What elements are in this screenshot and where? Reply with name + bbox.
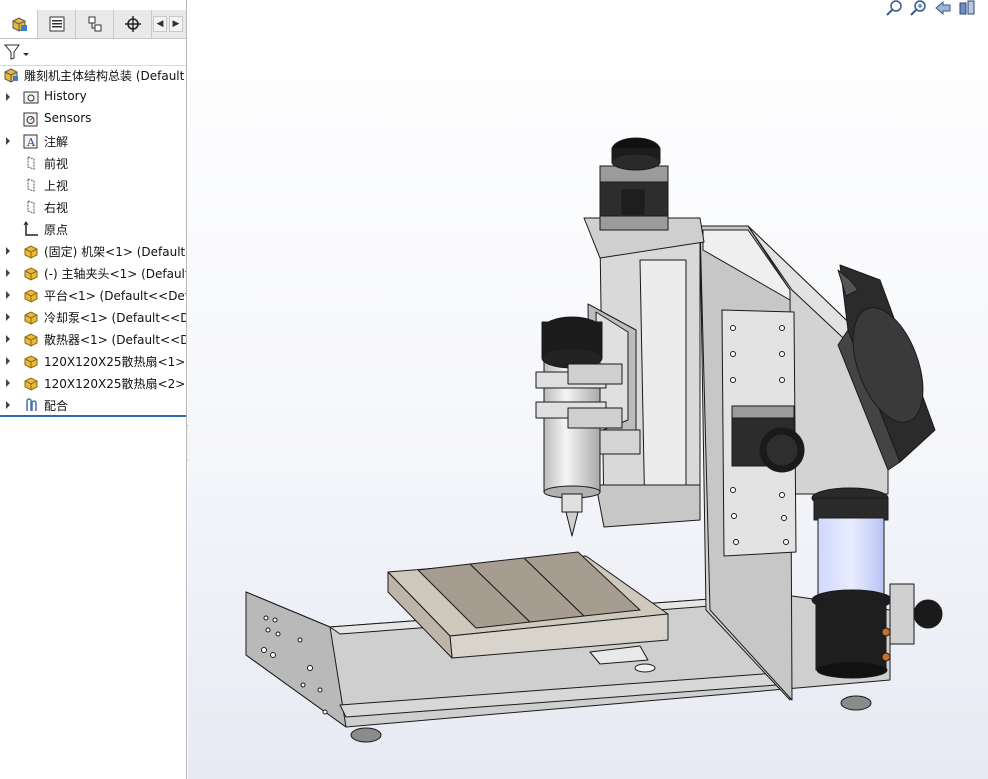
tree-item-label: 原点	[44, 223, 69, 237]
plane-icon	[22, 198, 40, 216]
tree-item-label: (固定) 机架<1> (Default<	[44, 245, 186, 259]
feature-manager-tabs: ◀ ▶	[0, 10, 186, 39]
tree-item-label: 冷却泵<1> (Default<<De	[44, 311, 186, 325]
tree-item-label: Sensors	[44, 111, 92, 125]
tabs-scroll-left[interactable]: ◀	[153, 16, 167, 32]
tree-item[interactable]: 平台<1> (Default<<Defa	[0, 284, 186, 306]
tree-item[interactable]: 120X120X25散热扇<2> (	[0, 372, 186, 394]
tree-item[interactable]: 原点	[0, 218, 186, 240]
tree-item[interactable]: A 注解	[0, 130, 186, 152]
tree-item[interactable]: (固定) 机架<1> (Default<	[0, 240, 186, 262]
plane-icon	[22, 176, 40, 194]
tree-item-label: 上视	[44, 179, 69, 193]
expand-arrow-icon[interactable]	[4, 135, 12, 147]
tree-item[interactable]: 120X120X25散热扇<1> (	[0, 350, 186, 372]
part-icon	[22, 242, 40, 260]
tree-item-label: 散热器<1> (Default<<De	[44, 333, 186, 347]
history-folder-icon	[22, 88, 40, 106]
part-icon	[22, 374, 40, 392]
tree-item[interactable]: 冷却泵<1> (Default<<De	[0, 306, 186, 328]
part-icon	[22, 330, 40, 348]
tree-item[interactable]: 雕刻机主体结构总装 (Default	[0, 64, 186, 86]
tab-configuration-manager[interactable]	[76, 10, 114, 38]
tree-item[interactable]: 右视	[0, 196, 186, 218]
tree-item[interactable]: History	[0, 86, 186, 108]
annotations-icon: A	[22, 132, 40, 150]
tabs-scroll-right[interactable]: ▶	[169, 16, 183, 32]
tree-item-label: 配合	[44, 399, 69, 413]
tree-item[interactable]: 上视	[0, 174, 186, 196]
configuration-manager-icon	[88, 16, 101, 32]
part-icon	[22, 264, 40, 282]
tree-item-label: 120X120X25散热扇<1> (	[44, 355, 186, 369]
tree-item-label: 雕刻机主体结构总装 (Default	[24, 69, 185, 83]
tree-item-label: 右视	[44, 201, 69, 215]
svg-text:A: A	[26, 136, 36, 149]
expand-arrow-icon[interactable]	[4, 333, 12, 345]
coolant-pump[interactable]	[811, 487, 943, 679]
expand-arrow-icon[interactable]	[4, 377, 12, 389]
sensor-icon	[22, 110, 40, 128]
model-view[interactable]	[188, 0, 988, 779]
plane-icon	[22, 154, 40, 172]
expand-arrow-icon[interactable]	[4, 355, 12, 367]
part-icon	[22, 352, 40, 370]
z-stepper-motor[interactable]	[599, 137, 669, 231]
rollback-bar[interactable]	[0, 415, 186, 417]
expand-arrow-icon[interactable]	[4, 289, 12, 301]
tree-item-label: 平台<1> (Default<<Defa	[44, 289, 186, 303]
origin-icon	[22, 220, 40, 238]
feature-tree-icon	[12, 17, 27, 32]
tree-item[interactable]: 散热器<1> (Default<<De	[0, 328, 186, 350]
tree-item[interactable]: (-) 主轴夹头<1> (Default	[0, 262, 186, 284]
filter-icon	[4, 44, 29, 60]
expand-arrow-icon[interactable]	[4, 399, 12, 411]
expand-arrow-icon[interactable]	[4, 245, 12, 257]
part-icon	[22, 286, 40, 304]
mates-icon	[22, 396, 40, 414]
tree-item[interactable]: 前视	[0, 152, 186, 174]
tree-item-label: (-) 主轴夹头<1> (Default	[44, 267, 186, 281]
tree-item-label: History	[44, 89, 87, 103]
expand-arrow-icon[interactable]	[4, 267, 12, 279]
chevron-left-icon: ◀	[156, 19, 164, 29]
tree-item[interactable]: Sensors	[0, 108, 186, 130]
chevron-right-icon: ▶	[172, 19, 180, 29]
tab-property-manager[interactable]	[38, 10, 76, 38]
tab-feature-tree[interactable]	[0, 10, 38, 38]
graphics-area[interactable]	[188, 0, 988, 779]
dimxpert-icon	[124, 16, 141, 32]
x-stepper-motor[interactable]	[731, 405, 805, 473]
feature-manager-panel: ◀ ▶ 雕刻机主体结构总装 (Default History Sensors A 注解前…	[0, 0, 187, 779]
feature-tree: 雕刻机主体结构总装 (Default History Sensors A 注解前视上视右…	[0, 64, 186, 416]
tree-item-label: 注解	[44, 135, 69, 149]
tab-dimxpert[interactable]	[114, 10, 152, 38]
part-icon	[22, 308, 40, 326]
tree-item-label: 前视	[44, 157, 69, 171]
assembly-icon	[2, 66, 20, 84]
expand-arrow-icon[interactable]	[4, 91, 12, 103]
tree-item-label: 120X120X25散热扇<2> (	[44, 377, 186, 391]
tree-item[interactable]: 配合	[0, 394, 186, 416]
property-manager-icon	[49, 16, 64, 32]
expand-arrow-icon[interactable]	[4, 311, 12, 323]
tree-filter[interactable]	[0, 39, 186, 66]
